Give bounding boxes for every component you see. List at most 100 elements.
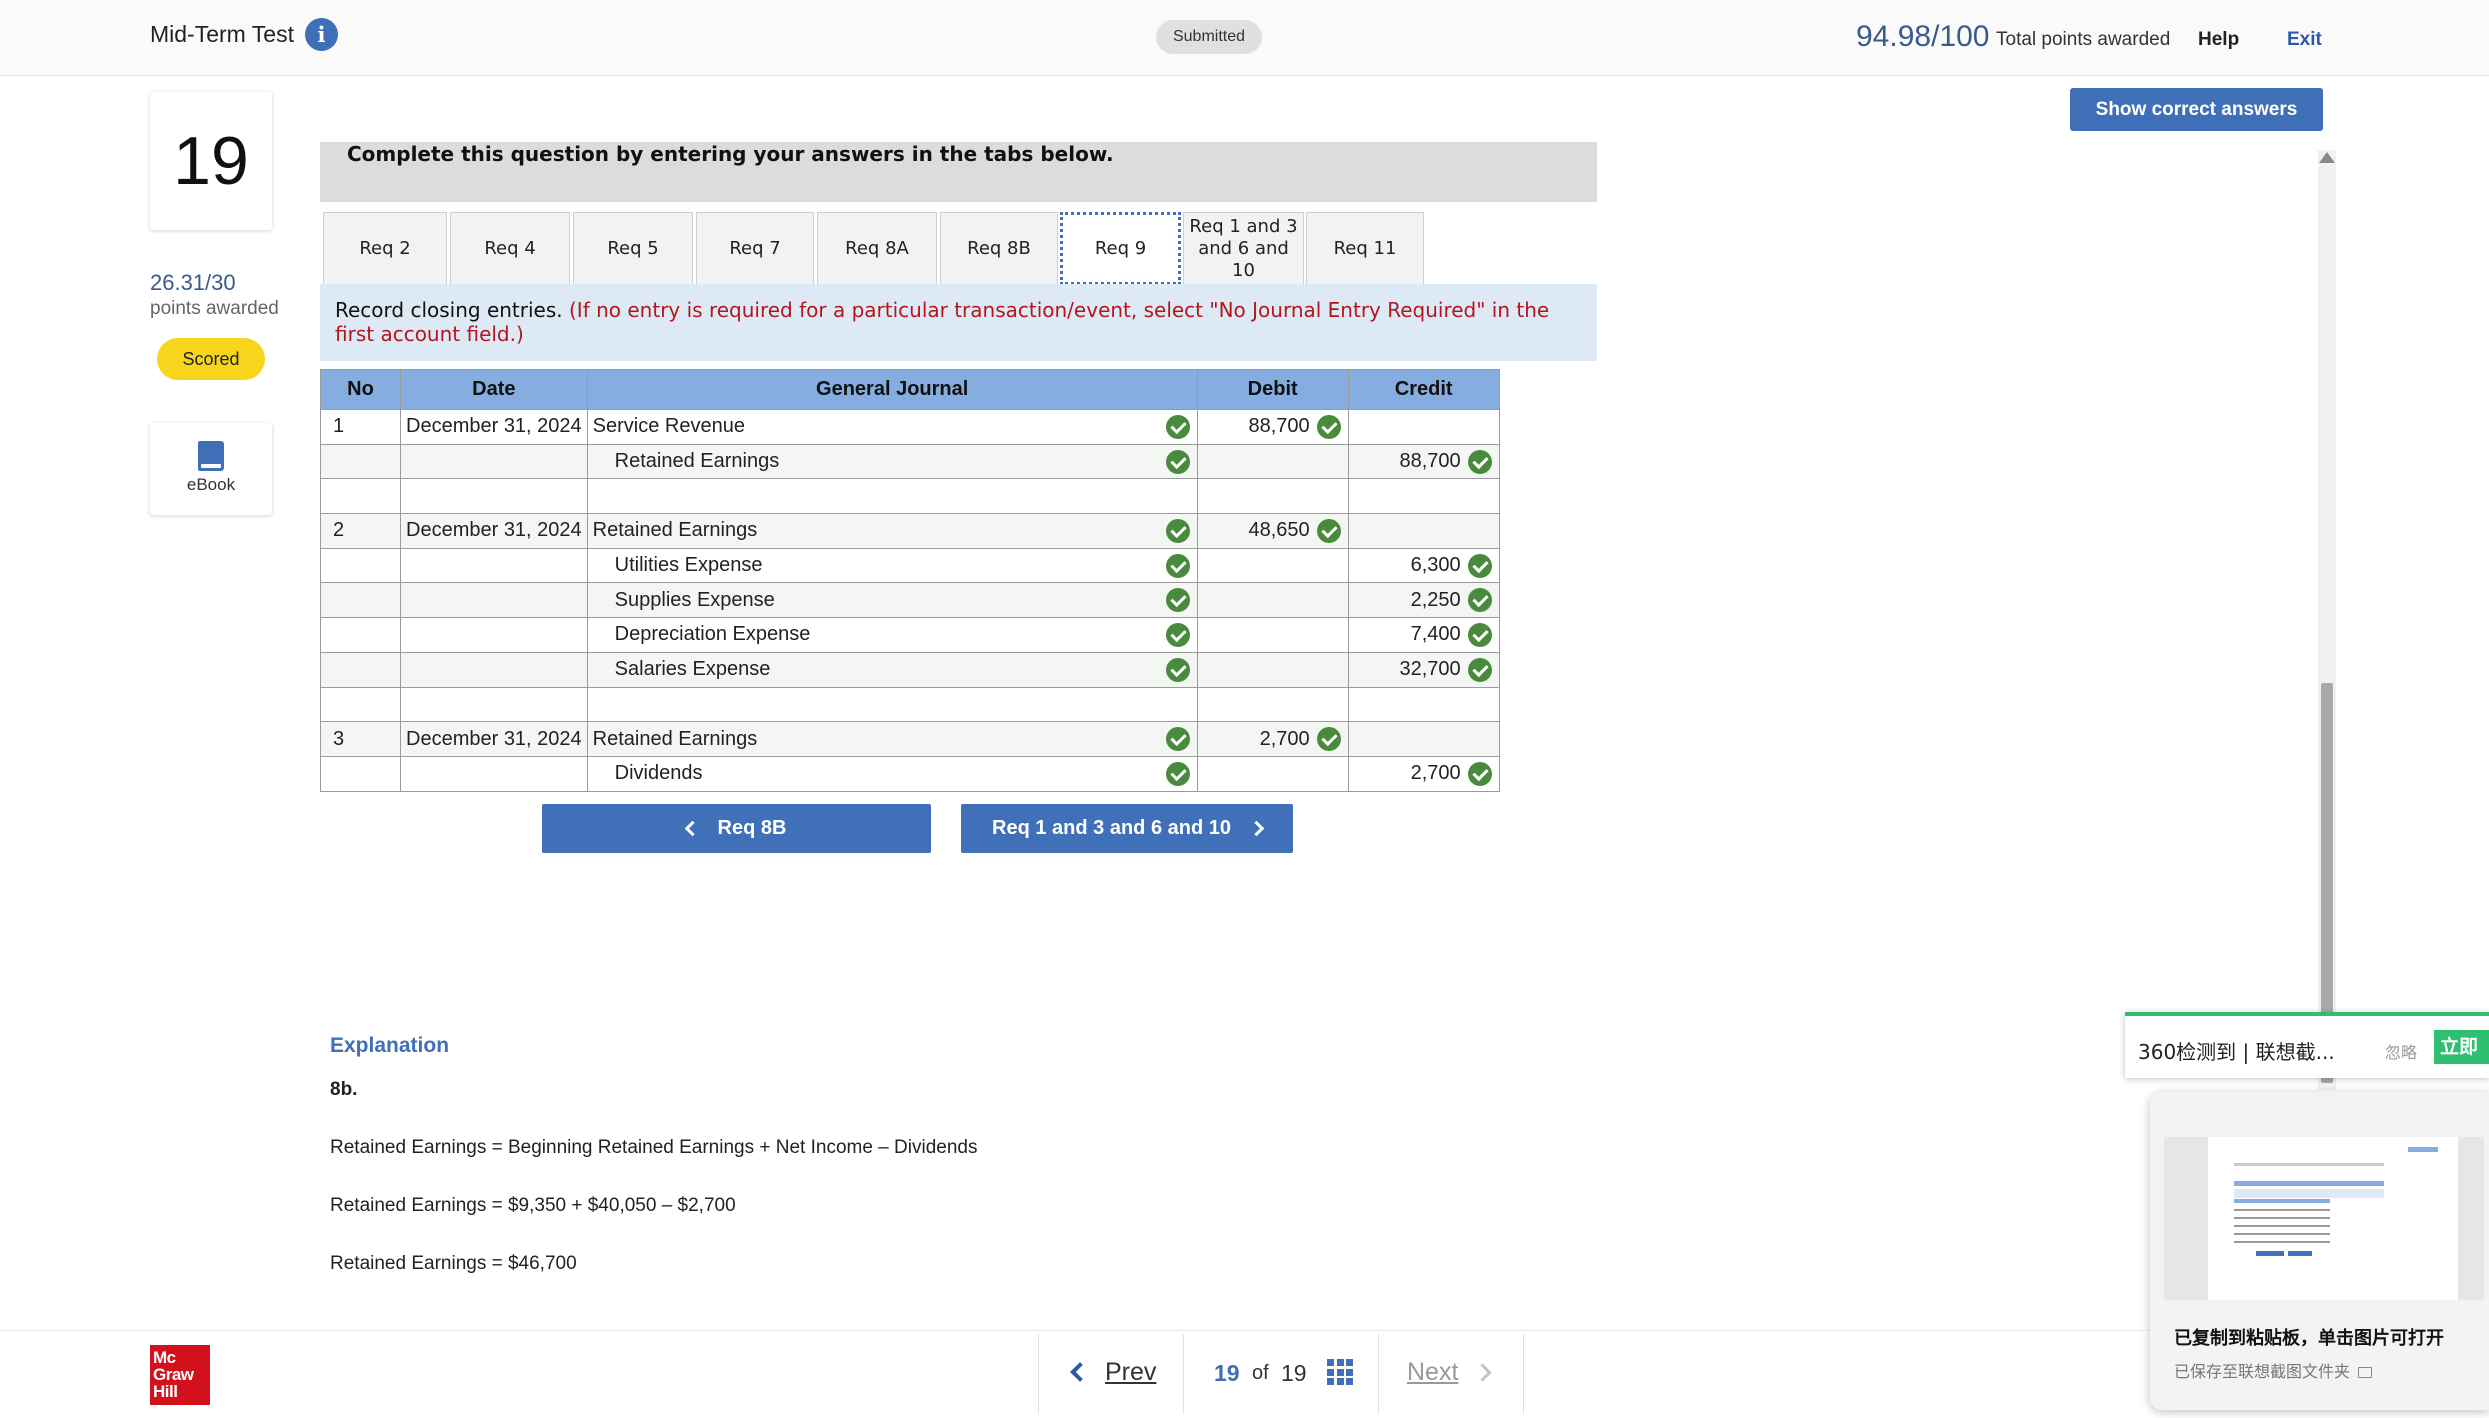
cell-account-value: Supplies Expense — [614, 588, 775, 611]
cell-no[interactable] — [320, 582, 401, 619]
cell-credit[interactable]: 2,700 — [1347, 755, 1500, 792]
next-requirement-button[interactable]: Req 1 and 3 and 6 and 10 — [961, 804, 1293, 853]
ebook-button[interactable]: eBook — [150, 423, 272, 515]
tab-req-7[interactable]: Req 7 — [696, 212, 814, 284]
cell-no[interactable]: 2 — [320, 513, 401, 549]
cell-date[interactable] — [400, 443, 588, 480]
cell-debit[interactable] — [1196, 478, 1349, 515]
cell-account[interactable] — [586, 478, 1198, 515]
notification-ignore-button[interactable]: 忽略 — [2385, 1039, 2417, 1063]
exit-link[interactable]: Exit — [2287, 29, 2322, 51]
cell-no[interactable] — [320, 547, 401, 584]
cell-credit[interactable]: 7,400 — [1347, 617, 1500, 653]
cell-credit[interactable] — [1347, 513, 1500, 549]
cell-date[interactable]: December 31, 2024 — [400, 721, 588, 757]
cell-no[interactable] — [320, 617, 401, 653]
cell-account[interactable]: Salaries Expense — [586, 651, 1198, 688]
next-question-link[interactable]: Next — [1407, 1358, 1458, 1387]
tab-req-5[interactable]: Req 5 — [573, 212, 693, 284]
logo-line: Graw — [153, 1365, 194, 1384]
instructions-bar: Complete this question by entering your … — [320, 142, 1597, 202]
prev-question-link[interactable]: Prev — [1105, 1358, 1156, 1387]
screenshot-thumbnail[interactable] — [2164, 1137, 2484, 1300]
cell-debit[interactable] — [1196, 617, 1349, 653]
cell-account[interactable]: Depreciation Expense — [586, 617, 1198, 653]
cell-no[interactable] — [320, 686, 401, 723]
cell-debit[interactable]: 48,650 — [1196, 513, 1349, 549]
show-correct-answers-button[interactable]: Show correct answers — [2070, 88, 2323, 131]
cell-credit[interactable]: 32,700 — [1347, 651, 1500, 688]
cell-no[interactable] — [320, 443, 401, 480]
screenshot-toast[interactable]: 已复制到粘贴板，单击图片可打开 已保存至联想截图文件夹 — [2150, 1092, 2489, 1410]
cell-date[interactable]: December 31, 2024 — [400, 513, 588, 549]
cell-account-value: Retained Earnings — [592, 727, 758, 750]
cell-credit[interactable] — [1347, 721, 1500, 757]
cell-no[interactable] — [320, 755, 401, 792]
cell-date[interactable] — [400, 547, 588, 584]
scroll-up-arrow-icon[interactable] — [2319, 152, 2335, 163]
cell-credit[interactable] — [1347, 478, 1500, 515]
cell-account-value: Salaries Expense — [614, 658, 771, 681]
toast-subtitle: 已保存至联想截图文件夹 — [2174, 1358, 2373, 1382]
cell-debit[interactable]: 2,700 — [1196, 721, 1349, 757]
cell-no[interactable]: 1 — [320, 409, 401, 445]
cell-date[interactable] — [400, 617, 588, 653]
prev-requirement-button[interactable]: Req 8B — [542, 804, 931, 853]
tab-req-1-3-6-10[interactable]: Req 1 and 3 and 6 and 10 — [1183, 212, 1304, 284]
cell-account[interactable]: Retained Earnings — [586, 443, 1198, 480]
cell-credit[interactable] — [1347, 409, 1500, 445]
cell-debit[interactable] — [1196, 547, 1349, 584]
cell-account[interactable]: Retained Earnings — [586, 513, 1198, 549]
cell-debit[interactable] — [1196, 686, 1349, 723]
cell-debit[interactable] — [1196, 651, 1349, 688]
tab-req-9[interactable]: Req 9 — [1060, 212, 1181, 285]
cell-date[interactable] — [400, 582, 588, 619]
thumbnail-element — [2256, 1251, 2284, 1256]
cell-account[interactable]: Retained Earnings — [586, 721, 1198, 757]
check-icon — [1467, 449, 1492, 474]
info-icon[interactable]: i — [305, 18, 338, 51]
check-icon — [1165, 449, 1190, 474]
cell-account[interactable]: Service Revenue — [586, 409, 1198, 445]
thumbnail-element — [2234, 1225, 2330, 1227]
cell-credit-value: 88,700 — [1399, 450, 1461, 473]
cell-date[interactable] — [400, 755, 588, 792]
thumbnail-element — [2234, 1189, 2384, 1198]
cell-no[interactable]: 3 — [320, 721, 401, 757]
cell-account-value: Service Revenue — [592, 415, 745, 438]
help-link[interactable]: Help — [2198, 29, 2239, 51]
cell-credit[interactable] — [1347, 686, 1500, 723]
cell-debit[interactable] — [1196, 755, 1349, 792]
tab-req-4[interactable]: Req 4 — [450, 212, 570, 284]
cell-account[interactable]: Supplies Expense — [586, 582, 1198, 619]
cell-date[interactable] — [400, 478, 588, 515]
thumbnail-element — [2234, 1181, 2384, 1186]
notification-open-button[interactable]: 立即 — [2434, 1030, 2489, 1064]
current-page: 19 — [1214, 1360, 1240, 1386]
cell-debit[interactable] — [1196, 582, 1349, 619]
cell-debit[interactable] — [1196, 443, 1349, 480]
cell-account-value: Utilities Expense — [614, 554, 763, 577]
cell-account[interactable] — [586, 686, 1198, 723]
tab-req-8a[interactable]: Req 8A — [817, 212, 937, 284]
cell-credit[interactable]: 2,250 — [1347, 582, 1500, 619]
tab-req-11[interactable]: Req 11 — [1306, 212, 1424, 284]
tab-req-8b[interactable]: Req 8B — [940, 212, 1058, 284]
cell-account[interactable]: Utilities Expense — [586, 547, 1198, 584]
cell-credit[interactable]: 6,300 — [1347, 547, 1500, 584]
cell-no[interactable] — [320, 651, 401, 688]
tab-req-2[interactable]: Req 2 — [323, 212, 447, 284]
grid-icon[interactable] — [1327, 1359, 1353, 1385]
thumbnail-element — [2288, 1251, 2312, 1256]
folder-icon[interactable] — [2358, 1367, 2373, 1378]
cell-credit[interactable]: 88,700 — [1347, 443, 1500, 480]
cell-debit[interactable]: 88,700 — [1196, 409, 1349, 445]
cell-date[interactable] — [400, 651, 588, 688]
check-icon — [1165, 727, 1190, 752]
cell-account[interactable]: Dividends — [586, 755, 1198, 792]
cell-date[interactable]: December 31, 2024 — [400, 409, 588, 445]
cell-date[interactable] — [400, 686, 588, 723]
journal-table: No Date General Journal Debit Credit 1 De… — [320, 369, 1500, 792]
requirement-instruction: Record closing entries. — [335, 298, 563, 322]
cell-no[interactable] — [320, 478, 401, 515]
